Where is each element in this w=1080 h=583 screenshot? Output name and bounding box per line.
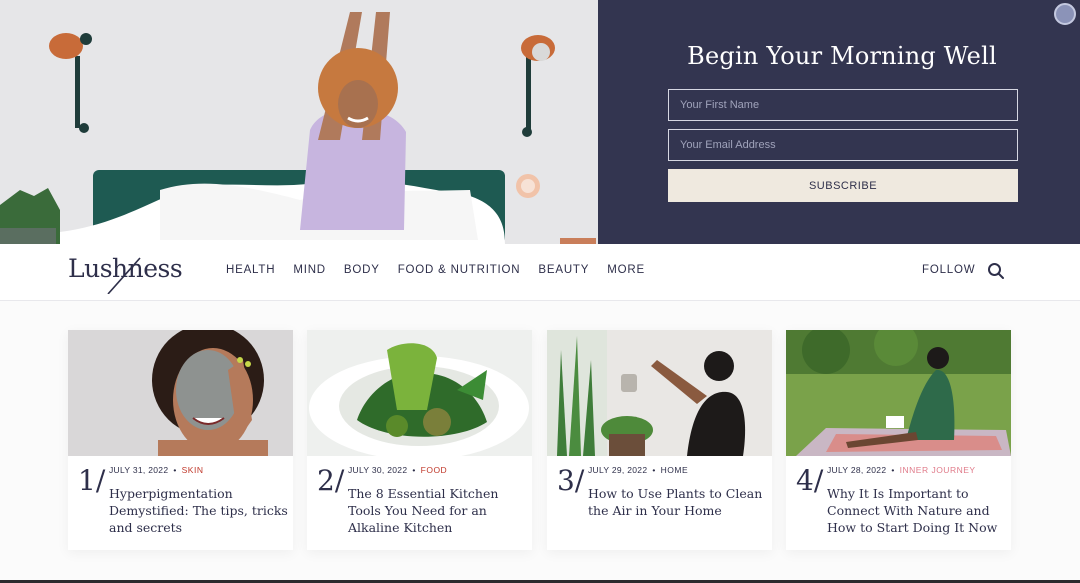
article-card[interactable]: 4/ JULY 28, 2022 • INNER JOURNEY Why It Is…: [786, 330, 1011, 550]
woman-stretching-in-bed-image: [0, 0, 598, 244]
logo-slash-icon: [107, 257, 141, 294]
article-date: JULY 28, 2022: [827, 465, 887, 475]
nav-item-food-nutrition[interactable]: FOOD & NUTRITION: [398, 264, 521, 276]
article-meta: JULY 28, 2022 • INNER JOURNEY: [827, 465, 976, 475]
article-date: JULY 30, 2022: [348, 465, 408, 475]
nav-item-more[interactable]: MORE: [607, 264, 645, 276]
article-category[interactable]: FOOD: [421, 465, 448, 475]
article-card[interactable]: 1/ JULY 31, 2022 • SKIN Hyperpigmentation …: [68, 330, 293, 550]
first-name-input[interactable]: [668, 89, 1018, 121]
meta-separator: •: [891, 465, 895, 475]
article-meta: JULY 30, 2022 • FOOD: [348, 465, 447, 475]
nav-menu: HEALTH MIND BODY FOOD & NUTRITION BEAUTY…: [226, 264, 663, 276]
article-category[interactable]: SKIN: [182, 465, 204, 475]
nav-item-mind[interactable]: MIND: [293, 264, 326, 276]
article-image: [68, 330, 293, 456]
article-title[interactable]: The 8 Essential Kitchen Tools You Need f…: [348, 485, 528, 536]
article-image: [786, 330, 1011, 456]
meta-separator: •: [412, 465, 416, 475]
article-number: 2/: [317, 464, 345, 497]
search-icon[interactable]: [987, 262, 1005, 280]
meta-separator: •: [652, 465, 656, 475]
article-category[interactable]: INNER JOURNEY: [900, 465, 976, 475]
article-title[interactable]: Why It Is Important to Connect With Natu…: [827, 485, 1007, 536]
article-image: [307, 330, 532, 456]
site-logo[interactable]: Lushness: [68, 250, 183, 294]
article-image: [547, 330, 772, 456]
main-navigation: Lushness HEALTH MIND BODY FOOD & NUTRITI…: [0, 244, 1080, 301]
email-input[interactable]: [668, 129, 1018, 161]
article-category[interactable]: HOME: [661, 465, 689, 475]
article-number: 1/: [78, 464, 106, 497]
article-date: JULY 29, 2022: [588, 465, 648, 475]
newsletter-panel: Begin Your Morning Well SUBSCRIBE: [598, 0, 1080, 244]
meta-separator: •: [173, 465, 177, 475]
face-mask-image: [68, 330, 293, 456]
nav-item-body[interactable]: BODY: [344, 264, 380, 276]
article-title[interactable]: Hyperpigmentation Demystified: The tips,…: [109, 485, 289, 536]
article-title[interactable]: How to Use Plants to Clean the Air in Yo…: [588, 485, 768, 519]
accessibility-badge-icon[interactable]: [1054, 3, 1076, 25]
article-card[interactable]: 2/ JULY 30, 2022 • FOOD The 8 Essential Ki…: [307, 330, 532, 550]
nav-item-beauty[interactable]: BEAUTY: [538, 264, 589, 276]
article-meta: JULY 29, 2022 • HOME: [588, 465, 688, 475]
nav-item-health[interactable]: HEALTH: [226, 264, 275, 276]
watering-plants-image: [547, 330, 772, 456]
hero-section: Begin Your Morning Well SUBSCRIBE: [0, 0, 1080, 244]
green-salad-plate-image: [307, 330, 532, 456]
article-card[interactable]: 3/ JULY 29, 2022 • HOME How to Use Plants …: [547, 330, 772, 550]
newsletter-title: Begin Your Morning Well: [687, 42, 997, 70]
article-number: 4/: [796, 464, 824, 497]
article-date: JULY 31, 2022: [109, 465, 169, 475]
follow-link[interactable]: FOLLOW: [922, 264, 975, 276]
article-meta: JULY 31, 2022 • SKIN: [109, 465, 203, 475]
article-number: 3/: [557, 464, 585, 497]
hero-photo: [0, 0, 598, 244]
subscribe-button[interactable]: SUBSCRIBE: [668, 169, 1018, 202]
woman-in-nature-image: [786, 330, 1011, 456]
